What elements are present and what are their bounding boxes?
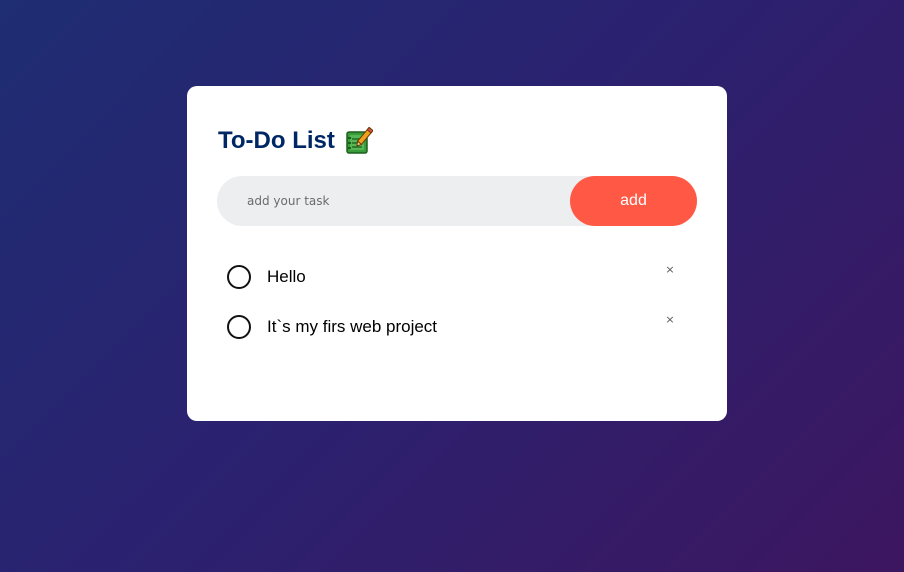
add-task-row: add: [217, 176, 697, 226]
header: To-Do List: [217, 126, 697, 156]
task-list: Hello × It`s my firs web project ×: [217, 252, 697, 352]
task-input[interactable]: [217, 176, 570, 226]
add-button[interactable]: add: [570, 176, 697, 226]
checkbox-circle-icon[interactable]: [227, 315, 251, 339]
checkbox-circle-icon[interactable]: [227, 265, 251, 289]
task-item[interactable]: Hello ×: [217, 252, 697, 302]
close-icon[interactable]: ×: [660, 260, 680, 280]
notebook-icon: [345, 126, 374, 155]
task-text: It`s my firs web project: [267, 317, 438, 336]
close-icon[interactable]: ×: [660, 310, 680, 330]
page-title: To-Do List: [218, 127, 335, 154]
todo-card: To-Do List add your task add Hello × It`…: [187, 86, 727, 421]
task-item[interactable]: It`s my firs web project ×: [217, 302, 697, 352]
task-text: Hello: [267, 267, 306, 286]
